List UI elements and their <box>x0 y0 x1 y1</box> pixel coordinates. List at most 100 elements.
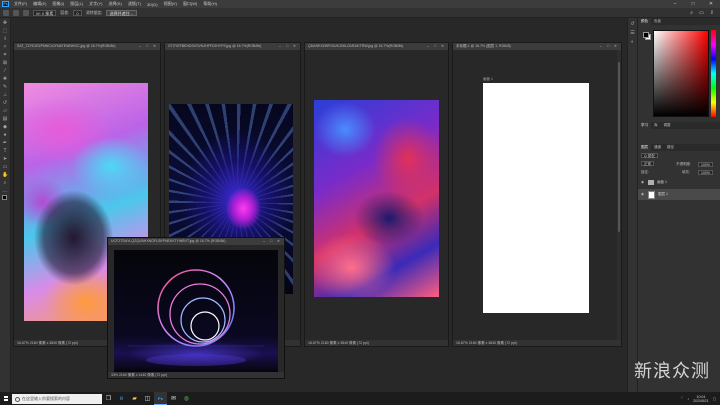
healing-tool-icon[interactable]: ✚ <box>2 76 8 82</box>
pen-tool-icon[interactable]: ✒ <box>2 140 8 146</box>
opacity-input[interactable]: 100% <box>698 161 713 167</box>
tolerance-input[interactable]: 0 <box>73 9 82 16</box>
lasso-tool-icon[interactable]: ℓ <box>2 36 8 42</box>
close-button[interactable]: ✕ <box>702 1 720 7</box>
menu-file[interactable]: 文件(F) <box>11 1 30 7</box>
rectangle-tool-icon[interactable]: ▭ <box>2 164 8 170</box>
selection-mode-icon[interactable] <box>13 9 19 16</box>
mail-icon[interactable]: ✉ <box>167 392 180 405</box>
document-window-controls[interactable]: – □ ✕ <box>600 43 621 50</box>
photoshop-logo: Ps <box>2 1 9 7</box>
file-explorer-icon[interactable]: ▰ <box>128 392 141 405</box>
canvas-area-5[interactable] <box>108 245 284 372</box>
gradient-tool-icon[interactable]: ▤ <box>2 116 8 122</box>
task-view-icon[interactable]: ❐ <box>102 392 115 405</box>
tab-swatches[interactable]: 色板 <box>651 18 664 25</box>
maximize-button[interactable]: □ <box>684 1 702 7</box>
dodge-tool-icon[interactable]: ● <box>2 132 8 138</box>
menu-type[interactable]: 文字(Y) <box>86 1 105 7</box>
more-tools-icon[interactable]: … <box>2 188 8 194</box>
document-tab-4[interactable]: 未标题-1 @ 16.7% (图层 1, RGB/8) – □ ✕ <box>453 43 621 50</box>
document-tab-1[interactable]: SAT_TZYEJEZPMNC4JYNATEWNHGC.jpg @ 16.7%(… <box>14 43 160 50</box>
tab-learn[interactable]: 学习 <box>638 122 651 129</box>
menu-help[interactable]: 帮助(H) <box>200 1 220 7</box>
tab-channels[interactable]: 通道 <box>651 144 664 151</box>
menu-select[interactable]: 选择(S) <box>105 1 124 7</box>
blur-tool-icon[interactable]: ◆ <box>2 124 8 130</box>
chrome-icon[interactable]: ◍ <box>180 392 193 405</box>
anti-alias-label[interactable]: 消除锯齿 <box>86 10 102 16</box>
layer-row-artboard[interactable]: ◉ 画板 1 <box>638 177 720 188</box>
edge-icon[interactable]: e <box>115 392 128 405</box>
vertical-scrollbar[interactable] <box>617 50 621 340</box>
blend-mode-select[interactable]: 正常 <box>641 161 654 166</box>
menu-window[interactable]: 窗口(W) <box>180 1 200 7</box>
canvas-area-4[interactable]: 画板 1 <box>453 50 621 340</box>
visibility-eye-icon[interactable]: ◉ <box>641 177 645 188</box>
document-tab-2[interactable]: GTZYEFBEHDSXSVNJHFFDJHYFS.jpg @ 16.7%(RG… <box>165 43 300 50</box>
tool-preset-icon[interactable] <box>3 9 9 16</box>
adjustments-panel-icon[interactable]: ◐ <box>630 39 636 45</box>
start-button[interactable] <box>0 392 12 405</box>
history-panel-icon[interactable]: ↺ <box>630 21 636 27</box>
fill-input[interactable]: 100% <box>698 169 713 175</box>
document-window-controls[interactable]: – □ ✕ <box>279 43 300 50</box>
frame-tool-icon[interactable]: ⊠ <box>2 60 8 66</box>
magic-wand-tool-icon[interactable]: ✧ <box>2 44 8 50</box>
layer-kind-filter[interactable]: Q 类型 <box>641 153 658 158</box>
taskbar-clock[interactable]: 10:04 2020/8/21 <box>693 395 709 403</box>
clone-stamp-tool-icon[interactable]: ⊥ <box>2 92 8 98</box>
photoshop-taskbar-icon[interactable]: Ps <box>154 392 167 405</box>
taskbar-search-input[interactable]: 在这里输入你要搜索的内容 <box>12 393 102 404</box>
visibility-eye-icon[interactable]: ◉ <box>641 189 645 200</box>
selection-add-icon[interactable] <box>23 9 29 16</box>
document-tab-3[interactable]: QDAHEXZWFGIUKJXKLOUEUKTRW.jpg @ 16.7%(RG… <box>305 43 448 50</box>
tab-color[interactable]: 颜色 <box>638 18 651 25</box>
tab-adjustments[interactable]: 调整 <box>661 122 674 129</box>
document-tab-5[interactable]: UCFZTDAYLQZQUBHXNOFLSKPNEKKTYWBVT.jpg @ … <box>108 238 284 245</box>
menu-view[interactable]: 视图(V) <box>161 1 180 7</box>
properties-panel-icon[interactable]: ☰ <box>630 30 636 36</box>
eyedropper-tool-icon[interactable]: ⁄ <box>2 68 8 74</box>
menu-image[interactable]: 图像(I) <box>49 1 67 7</box>
network-icon[interactable]: ⌔ <box>680 396 683 401</box>
tab-layers[interactable]: 图层 <box>638 144 651 151</box>
windows-taskbar: 在这里输入你要搜索的内容 ❐ e ▰ ◫ Ps ✉ ◍ ⌔ ♪ 10:04 20… <box>0 392 720 405</box>
path-select-tool-icon[interactable]: ➤ <box>2 156 8 162</box>
zoom-tool-icon[interactable]: ⌕ <box>2 180 8 186</box>
tab-paths[interactable]: 路径 <box>664 144 677 151</box>
foreground-color-swatch[interactable] <box>2 195 7 200</box>
width-field[interactable]: W: 0 像素 <box>33 9 57 16</box>
type-tool-icon[interactable]: T <box>2 148 8 154</box>
notification-icon[interactable]: ▢ <box>713 397 716 401</box>
workspace-icon[interactable]: ▭ <box>699 10 704 16</box>
search-icon[interactable]: ⌕ <box>690 10 693 16</box>
volume-icon[interactable]: ♪ <box>687 397 689 401</box>
document-window-controls[interactable]: – □ ✕ <box>427 43 448 50</box>
tab-libraries[interactable]: 库 <box>651 122 661 129</box>
menu-edit[interactable]: 编辑(E) <box>30 1 49 7</box>
store-icon[interactable]: ◫ <box>141 392 154 405</box>
select-and-mask-button[interactable]: 选择并遮住... <box>105 9 137 16</box>
hue-slider[interactable] <box>711 30 716 117</box>
marquee-tool-icon[interactable]: ⬚ <box>2 28 8 34</box>
history-brush-tool-icon[interactable]: ↺ <box>2 100 8 106</box>
document-window-controls[interactable]: – □ ✕ <box>139 43 160 50</box>
menu-layer[interactable]: 图层(L) <box>67 1 86 7</box>
move-tool-icon[interactable]: ✥ <box>2 20 8 26</box>
color-picker-field[interactable] <box>653 30 709 117</box>
layer-row-layer1[interactable]: ◉ 图层 1 <box>638 189 720 200</box>
canvas-area-3[interactable] <box>305 50 448 340</box>
share-icon[interactable]: ⇪ <box>710 10 714 16</box>
eraser-tool-icon[interactable]: ▱ <box>2 108 8 114</box>
hand-tool-icon[interactable]: ✋ <box>2 172 8 178</box>
scrollbar-thumb[interactable] <box>618 62 620 232</box>
panel-foreground-swatch[interactable] <box>643 32 649 38</box>
menu-filter[interactable]: 滤镜(T) <box>125 1 144 7</box>
artboard-label[interactable]: 画板 1 <box>483 77 493 82</box>
document-window-controls[interactable]: – □ ✕ <box>263 238 284 245</box>
menu-3d[interactable]: 3D(D) <box>144 2 161 7</box>
crop-tool-icon[interactable]: ⌗ <box>2 52 8 58</box>
minimize-button[interactable]: – <box>666 1 684 7</box>
brush-tool-icon[interactable]: ✎ <box>2 84 8 90</box>
